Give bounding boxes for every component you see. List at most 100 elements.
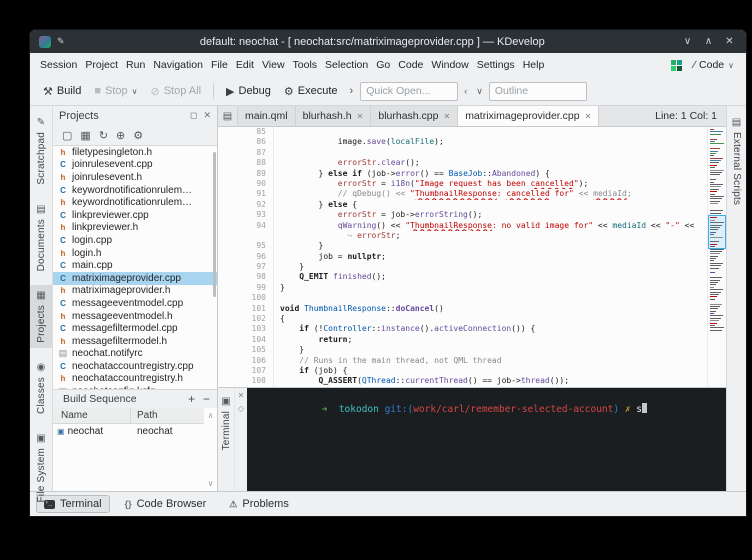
grid-icon[interactable]: ▦ — [80, 129, 90, 142]
tree-item[interactable]: Ckeywordnotificationrulem… — [53, 184, 217, 197]
terminal-tab[interactable]: Terminal — [221, 411, 232, 450]
menu-go[interactable]: Go — [372, 55, 394, 75]
tree-item[interactable]: hlinkpreviewer.h — [53, 222, 217, 235]
scroll-down-icon[interactable]: ∨ — [208, 479, 214, 488]
editor-tab-blurhash-h[interactable]: blurhash.h✕ — [296, 106, 372, 126]
tree-item-label: neochat.notifyrc — [72, 348, 143, 359]
cpp-file-icon: C — [58, 274, 68, 283]
menu-tools[interactable]: Tools — [289, 55, 322, 75]
close-terminal-icon[interactable]: ✕ — [238, 391, 245, 400]
menu-edit[interactable]: Edit — [232, 55, 258, 75]
editor-tab-main-qml[interactable]: main.qml — [238, 106, 296, 126]
sidebar-tab-classes[interactable]: ◉Classes — [30, 357, 52, 419]
stop-button[interactable]: ■ Stop ∨ — [89, 82, 142, 100]
code-selector-button[interactable]: ∕ Code ∨ — [689, 57, 738, 73]
tree-item[interactable]: hmessagefiltermodel.h — [53, 335, 217, 348]
line-number: 104 — [218, 335, 274, 345]
tree-item[interactable]: Clinkpreviewer.cpp — [53, 209, 217, 222]
right-dock-tab-external-scripts[interactable]: ▤External Scripts — [727, 112, 746, 210]
window-icon[interactable]: ▢ — [62, 129, 72, 142]
float-panel-icon[interactable]: ◻ — [190, 110, 197, 121]
code-editor[interactable]: 8586 image.save(localFile);8788 errorStr… — [218, 127, 726, 387]
quick-open-input[interactable] — [360, 82, 458, 101]
column-path[interactable]: Path — [131, 408, 204, 423]
maximize-button[interactable]: ∧ — [701, 36, 716, 47]
build-button[interactable]: ⚒ Build — [38, 82, 86, 101]
tree-item[interactable]: Cneochataccountregistry.cpp — [53, 360, 217, 373]
tree-item[interactable]: Cmain.cpp — [53, 259, 217, 272]
outline-dropdown-button[interactable]: ∨ — [473, 84, 486, 99]
tree-item[interactable]: hjoinrulesevent.h — [53, 171, 217, 184]
statusbar-item-label: Terminal — [60, 498, 102, 510]
tree-item[interactable]: Cjoinrulesevent.cpp — [53, 159, 217, 172]
statusbar-terminal-button[interactable]: Terminal — [36, 495, 110, 513]
tree-item[interactable]: ▤neochat.notifyrc — [53, 348, 217, 361]
menu-file[interactable]: File — [207, 55, 232, 75]
tree-item[interactable]: hkeywordnotificationrulem… — [53, 196, 217, 209]
editor-tab-matriximageprovider-cpp[interactable]: matriximageprovider.cpp✕ — [458, 106, 599, 126]
tree-item[interactable]: hlogin.h — [53, 247, 217, 260]
tree-item[interactable]: Cmessagefiltermodel.cpp — [53, 322, 217, 335]
reload-icon[interactable]: ↻ — [99, 129, 108, 142]
add-icon[interactable]: ⊕ — [116, 129, 125, 142]
header-file-icon: h — [58, 223, 68, 232]
tree-item[interactable]: hneochataccountregistry.h — [53, 373, 217, 386]
tree-item[interactable]: hmessageeventmodel.h — [53, 310, 217, 323]
settings-icon[interactable]: ⚙ — [133, 129, 143, 142]
menu-selection[interactable]: Selection — [321, 55, 372, 75]
stop-all-button[interactable]: ⊘ Stop All — [146, 82, 207, 101]
menu-window[interactable]: Window — [427, 55, 472, 75]
close-tab-icon[interactable]: ✕ — [585, 112, 592, 121]
scroll-up-icon[interactable]: ∧ — [208, 411, 214, 420]
debug-button[interactable]: ▶ Debug — [221, 82, 276, 101]
tree-item[interactable]: Cmatriximageprovider.cpp — [53, 272, 217, 285]
build-sequence-row[interactable]: ▣ neochat neochat — [53, 424, 204, 439]
session-grid-icon[interactable] — [671, 60, 682, 71]
add-build-item-button[interactable]: + — [188, 394, 195, 404]
toolbar-overflow-icon[interactable]: › — [346, 85, 358, 97]
titlebar[interactable]: ✎ default: neochat - [ neochat:src/matri… — [30, 30, 746, 53]
close-tab-icon[interactable]: ✕ — [443, 112, 450, 121]
menu-navigation[interactable]: Navigation — [149, 55, 207, 75]
close-button[interactable]: ✕ — [722, 36, 737, 47]
menu-session[interactable]: Session — [36, 55, 81, 75]
detach-terminal-icon[interactable]: ◇ — [238, 404, 244, 413]
execute-button[interactable]: ⚙ Execute — [279, 82, 343, 101]
tree-item[interactable]: hfiletypesingleton.h — [53, 146, 217, 159]
sidebar-tab-scratchpad[interactable]: ✎Scratchpad — [30, 112, 52, 190]
close-panel-icon[interactable]: ✕ — [203, 110, 211, 121]
sidebar-tab-label: Scratchpad — [36, 132, 47, 185]
outline-input[interactable] — [489, 82, 587, 101]
tree-item[interactable]: hmatriximageprovider.h — [53, 285, 217, 298]
minimap-scrollbar[interactable] — [707, 127, 726, 387]
column-name[interactable]: Name — [53, 408, 131, 423]
close-tab-icon[interactable]: ✕ — [357, 112, 364, 121]
menu-settings[interactable]: Settings — [473, 55, 519, 75]
editor-tab-blurhash-cpp[interactable]: blurhash.cpp ✕ — [371, 106, 458, 126]
remove-build-item-button[interactable]: − — [203, 394, 210, 404]
statusbar-code-browser-button[interactable]: {}Code Browser — [117, 495, 215, 513]
menu-view[interactable]: View — [258, 55, 289, 75]
project-tree[interactable]: hfiletypesingleton.hCjoinrulesevent.cpph… — [53, 145, 217, 390]
minimize-button[interactable]: ∨ — [680, 36, 695, 47]
tree-item[interactable]: Cmessageeventmodel.cpp — [53, 297, 217, 310]
minimap-viewport[interactable] — [708, 215, 726, 249]
menu-help[interactable]: Help — [519, 55, 549, 75]
menu-run[interactable]: Run — [122, 55, 149, 75]
terminal-icon — [44, 500, 55, 509]
statusbar-problems-button[interactable]: ⚠Problems — [221, 495, 297, 513]
terminal-screen[interactable]: ➜ tokodon git:(work/carl/remember-select… — [247, 388, 726, 491]
tree-item[interactable]: ▤neochatconfig.kcfg — [53, 385, 217, 390]
document-list-icon[interactable]: ▤ — [218, 106, 238, 126]
tree-item[interactable]: Clogin.cpp — [53, 234, 217, 247]
sidebar-tab-projects[interactable]: ▦Projects — [30, 285, 52, 348]
tree-scrollbar[interactable] — [213, 152, 216, 297]
editor-tab-label: blurhash.cpp — [378, 110, 438, 122]
sidebar-tab-documents[interactable]: ▤Documents — [30, 199, 52, 276]
tree-item-label: joinrulesevent.h — [72, 172, 142, 183]
menu-code[interactable]: Code — [394, 55, 427, 75]
menu-project[interactable]: Project — [81, 55, 122, 75]
line-number: 86 — [218, 137, 274, 147]
nav-back-button[interactable]: ‹ — [461, 84, 470, 98]
execute-gear-icon: ⚙ — [284, 85, 294, 98]
